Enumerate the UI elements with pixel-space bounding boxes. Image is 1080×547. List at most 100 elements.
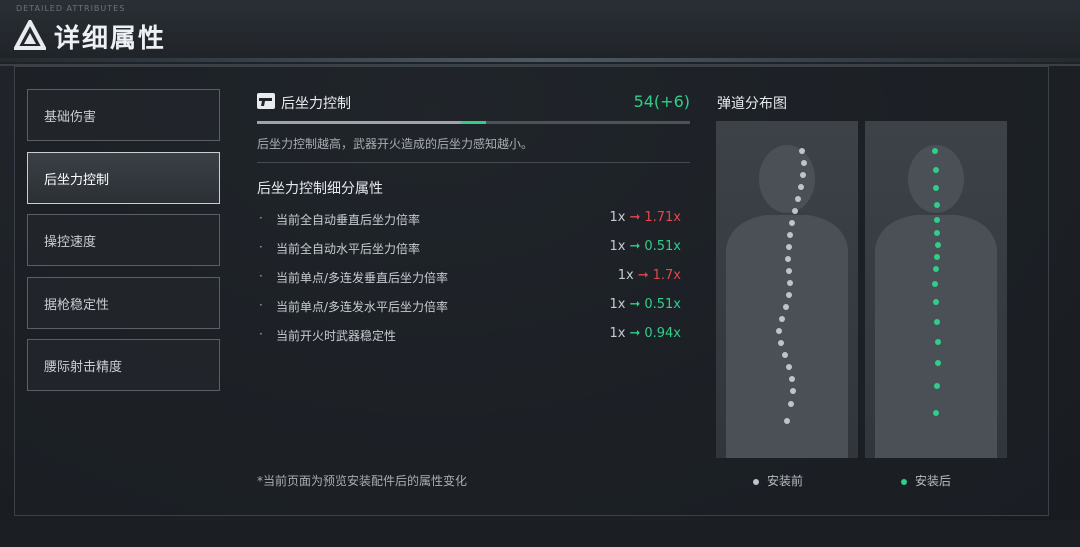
legend-dot bbox=[901, 478, 907, 485]
arrow-right-icon: ➞ bbox=[629, 239, 641, 254]
attribute-row: · 当前单点/多连发水平后坐力倍率 1x ➞ 0.51x bbox=[259, 297, 689, 318]
recoil-pattern-title: 弹道分布图 bbox=[717, 96, 787, 112]
attribute-values: 1x ➞ 0.51x bbox=[609, 297, 681, 312]
attribute-row: · 当前全自动水平后坐力倍率 1x ➞ 0.51x bbox=[259, 239, 689, 260]
recoil-dot-before bbox=[779, 316, 785, 322]
arrow-right-icon: ➞ bbox=[629, 210, 641, 225]
recoil-pattern-after-panel bbox=[865, 121, 1007, 458]
bottom-strip bbox=[0, 520, 1080, 547]
recoil-dot-before bbox=[787, 280, 793, 286]
recoil-dot-before bbox=[786, 244, 792, 250]
row-bullet: · bbox=[259, 298, 263, 312]
legend-after: 安装后 bbox=[901, 472, 951, 489]
recoil-dot-before bbox=[789, 376, 795, 382]
sidebar-item-recoil-control[interactable]: 后坐力控制 bbox=[27, 151, 220, 204]
attribute-base: 1x bbox=[609, 297, 626, 312]
sidebar-item-label: 腰际射击精度 bbox=[44, 360, 123, 375]
recoil-dot-after bbox=[935, 339, 941, 345]
preview-footnote: *当前页面为预览安装配件后的属性变化 bbox=[257, 474, 468, 488]
stat-value: 54(+6) bbox=[633, 92, 690, 111]
recoil-dot-before bbox=[776, 328, 782, 334]
recoil-dot-before bbox=[798, 184, 804, 190]
row-bullet: · bbox=[259, 240, 263, 254]
section-divider bbox=[257, 162, 690, 163]
sidebar-item-label: 操控速度 bbox=[44, 235, 97, 250]
recoil-dot-after bbox=[932, 281, 938, 287]
arrow-right-icon: ➞ bbox=[629, 297, 641, 312]
recoil-dot-before bbox=[786, 364, 792, 370]
recoil-dot-after bbox=[933, 185, 939, 191]
recoil-dot-after bbox=[934, 230, 940, 236]
recoil-dot-after bbox=[935, 242, 941, 248]
recoil-dot-after bbox=[933, 410, 939, 416]
recoil-pattern-before-panel bbox=[716, 121, 858, 458]
recoil-dot-after bbox=[934, 319, 940, 325]
recoil-dot-after bbox=[933, 266, 939, 272]
recoil-dot-before bbox=[800, 172, 806, 178]
sidebar-item-hipfire-accuracy[interactable]: 腰际射击精度 bbox=[27, 339, 220, 391]
attribute-new-value: 0.51x bbox=[644, 297, 681, 312]
recoil-dot-before bbox=[801, 160, 807, 166]
recoil-dot-before bbox=[785, 256, 791, 262]
stat-progress-base bbox=[257, 121, 461, 124]
recoil-dot-before bbox=[790, 388, 796, 394]
sidebar-item-base-damage[interactable]: 基础伤害 bbox=[27, 89, 220, 141]
recoil-dot-before bbox=[786, 268, 792, 274]
attribute-new-value: 1.71x bbox=[644, 210, 681, 225]
arrow-right-icon: ➞ bbox=[637, 268, 649, 283]
arrow-right-icon: ➞ bbox=[629, 326, 641, 341]
recoil-dot-before bbox=[795, 196, 801, 202]
recoil-dot-before bbox=[784, 418, 790, 424]
attribute-values: 1x ➞ 1.71x bbox=[609, 210, 681, 225]
header-divider bbox=[0, 58, 1080, 62]
recoil-dot-before bbox=[789, 220, 795, 226]
header-caption: DETAILED ATTRIBUTES bbox=[16, 4, 126, 13]
legend-dot bbox=[753, 478, 759, 485]
attribute-values: 1x ➞ 1.7x bbox=[618, 268, 681, 283]
recoil-dot-before bbox=[788, 401, 794, 407]
page-title: 详细属性 bbox=[54, 24, 167, 54]
recoil-dot-before bbox=[778, 340, 784, 346]
recoil-dot-after bbox=[933, 299, 939, 305]
attribute-label: 当前单点/多连发水平后坐力倍率 bbox=[276, 300, 449, 314]
row-bullet: · bbox=[259, 269, 263, 283]
attribute-label: 当前开火时武器稳定性 bbox=[276, 329, 397, 343]
row-bullet: · bbox=[259, 211, 263, 225]
sidebar-item-label: 据枪稳定性 bbox=[44, 297, 110, 313]
attribute-row: · 当前开火时武器稳定性 1x ➞ 0.94x bbox=[259, 326, 689, 347]
recoil-dot-before bbox=[782, 352, 788, 358]
recoil-dot-after bbox=[932, 148, 938, 154]
attribute-base: 1x bbox=[617, 268, 634, 283]
row-bullet: · bbox=[259, 327, 263, 341]
recoil-dot-before bbox=[783, 304, 789, 310]
attribute-sidebar: 基础伤害 后坐力控制 操控速度 据枪稳定性 腰际射击精度 bbox=[27, 89, 220, 402]
attribute-row: · 当前全自动垂直后坐力倍率 1x ➞ 1.71x bbox=[259, 210, 689, 231]
attribute-label: 当前单点/多连发垂直后坐力倍率 bbox=[276, 271, 449, 285]
attribute-new-value: 1.7x bbox=[652, 268, 681, 283]
sidebar-item-aim-stability[interactable]: 据枪稳定性 bbox=[27, 276, 220, 329]
attribute-base: 1x bbox=[609, 210, 626, 225]
sidebar-item-label: 基础伤害 bbox=[44, 110, 97, 125]
recoil-dot-before bbox=[786, 292, 792, 298]
stat-name: 后坐力控制 bbox=[281, 96, 351, 112]
recoil-dot-after bbox=[935, 360, 941, 366]
recoil-dot-before bbox=[787, 232, 793, 238]
attribute-base: 1x bbox=[609, 326, 626, 341]
recoil-dot-after bbox=[934, 383, 940, 389]
legend-label: 安装后 bbox=[915, 474, 952, 488]
recoil-dot-after bbox=[934, 254, 940, 260]
stat-progress-bonus bbox=[460, 121, 487, 124]
delta-logo-icon bbox=[14, 20, 46, 50]
legend-before: 安装前 bbox=[753, 472, 803, 489]
target-silhouette-icon bbox=[726, 145, 848, 458]
attribute-values: 1x ➞ 0.94x bbox=[609, 326, 681, 341]
attribute-row: · 当前单点/多连发垂直后坐力倍率 1x ➞ 1.7x bbox=[259, 268, 689, 289]
attribute-new-value: 0.51x bbox=[644, 239, 681, 254]
sidebar-item-handling-speed[interactable]: 操控速度 bbox=[27, 214, 220, 266]
target-silhouette-icon bbox=[875, 145, 997, 458]
sidebar-item-label: 后坐力控制 bbox=[44, 172, 110, 188]
recoil-dot-after bbox=[933, 167, 939, 173]
pistol-icon bbox=[257, 93, 275, 109]
recoil-dot-after bbox=[934, 217, 940, 223]
attribute-new-value: 0.94x bbox=[644, 326, 681, 341]
